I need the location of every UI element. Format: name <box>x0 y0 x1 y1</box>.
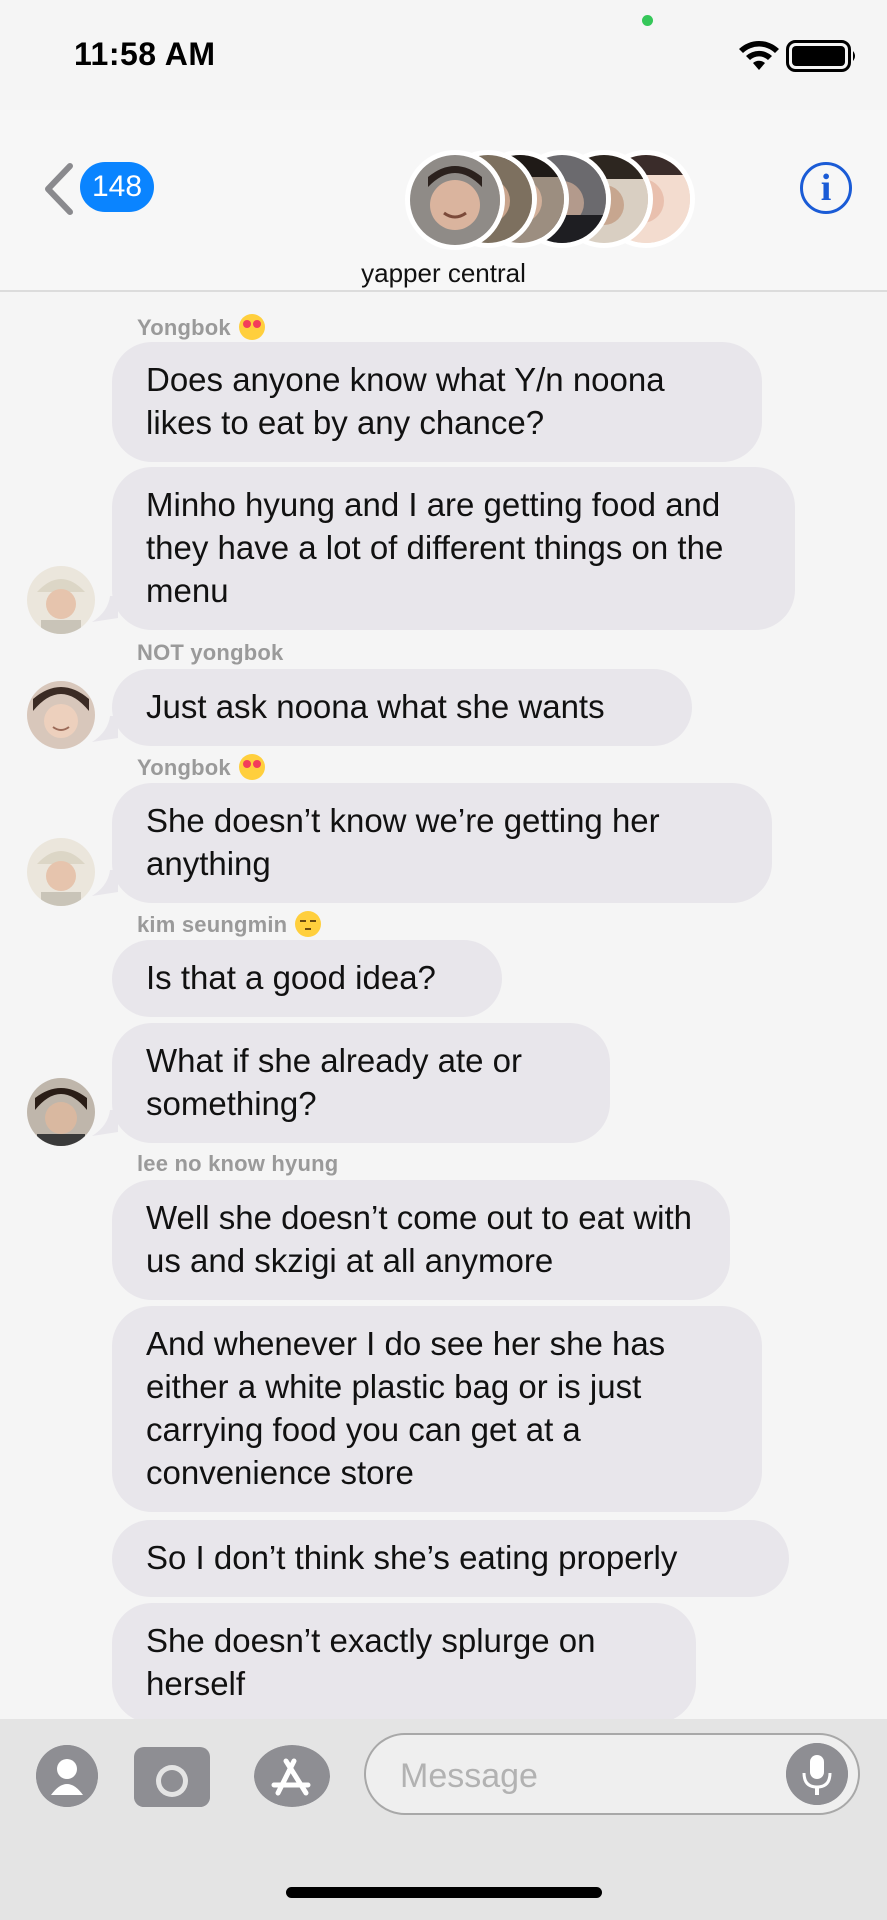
bubble-tail <box>92 1110 118 1136</box>
home-indicator[interactable] <box>286 1887 602 1898</box>
composer-bar: Message <box>0 1719 887 1920</box>
conversation-header: 148 i yapper central <box>0 110 887 292</box>
message-bubble[interactable]: She doesn’t exactly splurge on herself <box>112 1603 696 1719</box>
message-bubble[interactable]: What if she already ate or something? <box>112 1023 610 1143</box>
group-name[interactable]: yapper central <box>0 258 887 289</box>
bubble-tail <box>92 596 118 622</box>
smiling-face-with-hearts-icon <box>238 754 265 780</box>
camera-icon[interactable] <box>134 1747 210 1807</box>
message-bubble[interactable]: And whenever I do see her she has either… <box>112 1306 762 1512</box>
back-chevron-icon[interactable] <box>40 162 76 216</box>
yongbok-avatar[interactable] <box>27 566 95 634</box>
yongbok-avatar[interactable] <box>27 838 95 906</box>
not-yongbok-avatar[interactable] <box>27 681 95 749</box>
seungmin-avatar[interactable] <box>27 1078 95 1146</box>
message-bubble[interactable]: Minho hyung and I are getting food and t… <box>112 467 795 630</box>
app-store-icon[interactable] <box>254 1745 330 1807</box>
sender-name: Yongbok <box>137 314 265 341</box>
bubble-tail <box>92 870 118 896</box>
message-input[interactable]: Message <box>364 1733 860 1815</box>
group-avatar-1 <box>405 150 505 250</box>
message-thread[interactable]: Yongbok Does anyone know what Y/n noona … <box>0 294 887 1719</box>
smiling-face-with-hearts-icon <box>238 314 265 340</box>
sender-name: NOT yongbok <box>137 640 284 665</box>
message-placeholder: Message <box>400 1757 538 1795</box>
unread-count-badge[interactable]: 148 <box>80 162 155 212</box>
sender-name: lee no know hyung <box>137 1151 339 1176</box>
sender-name: kim seungmin <box>137 911 322 938</box>
wifi-icon <box>739 41 779 70</box>
microphone-icon[interactable] <box>786 1743 848 1805</box>
message-bubble[interactable]: Well she doesn’t come out to eat with us… <box>112 1180 730 1300</box>
message-bubble[interactable]: So I don’t think she’s eating properly <box>112 1520 789 1597</box>
message-bubble[interactable]: Just ask noona what she wants <box>112 669 692 746</box>
contact-icon[interactable] <box>36 1745 98 1807</box>
message-bubble[interactable]: Does anyone know what Y/n noona likes to… <box>112 342 762 462</box>
unamused-face-icon <box>295 911 322 937</box>
message-bubble[interactable]: Is that a good idea? <box>112 940 502 1017</box>
status-time: 11:58 AM <box>74 36 216 72</box>
camera-in-use-indicator <box>642 15 653 26</box>
group-avatar-stack[interactable] <box>405 150 695 250</box>
battery-icon <box>786 40 855 72</box>
status-bar: 11:58 AM <box>0 0 887 110</box>
bubble-tail <box>92 716 118 742</box>
sender-name: Yongbok <box>137 754 265 781</box>
info-button[interactable]: i <box>800 162 852 214</box>
message-bubble[interactable]: She doesn’t know we’re getting her anyth… <box>112 783 772 903</box>
